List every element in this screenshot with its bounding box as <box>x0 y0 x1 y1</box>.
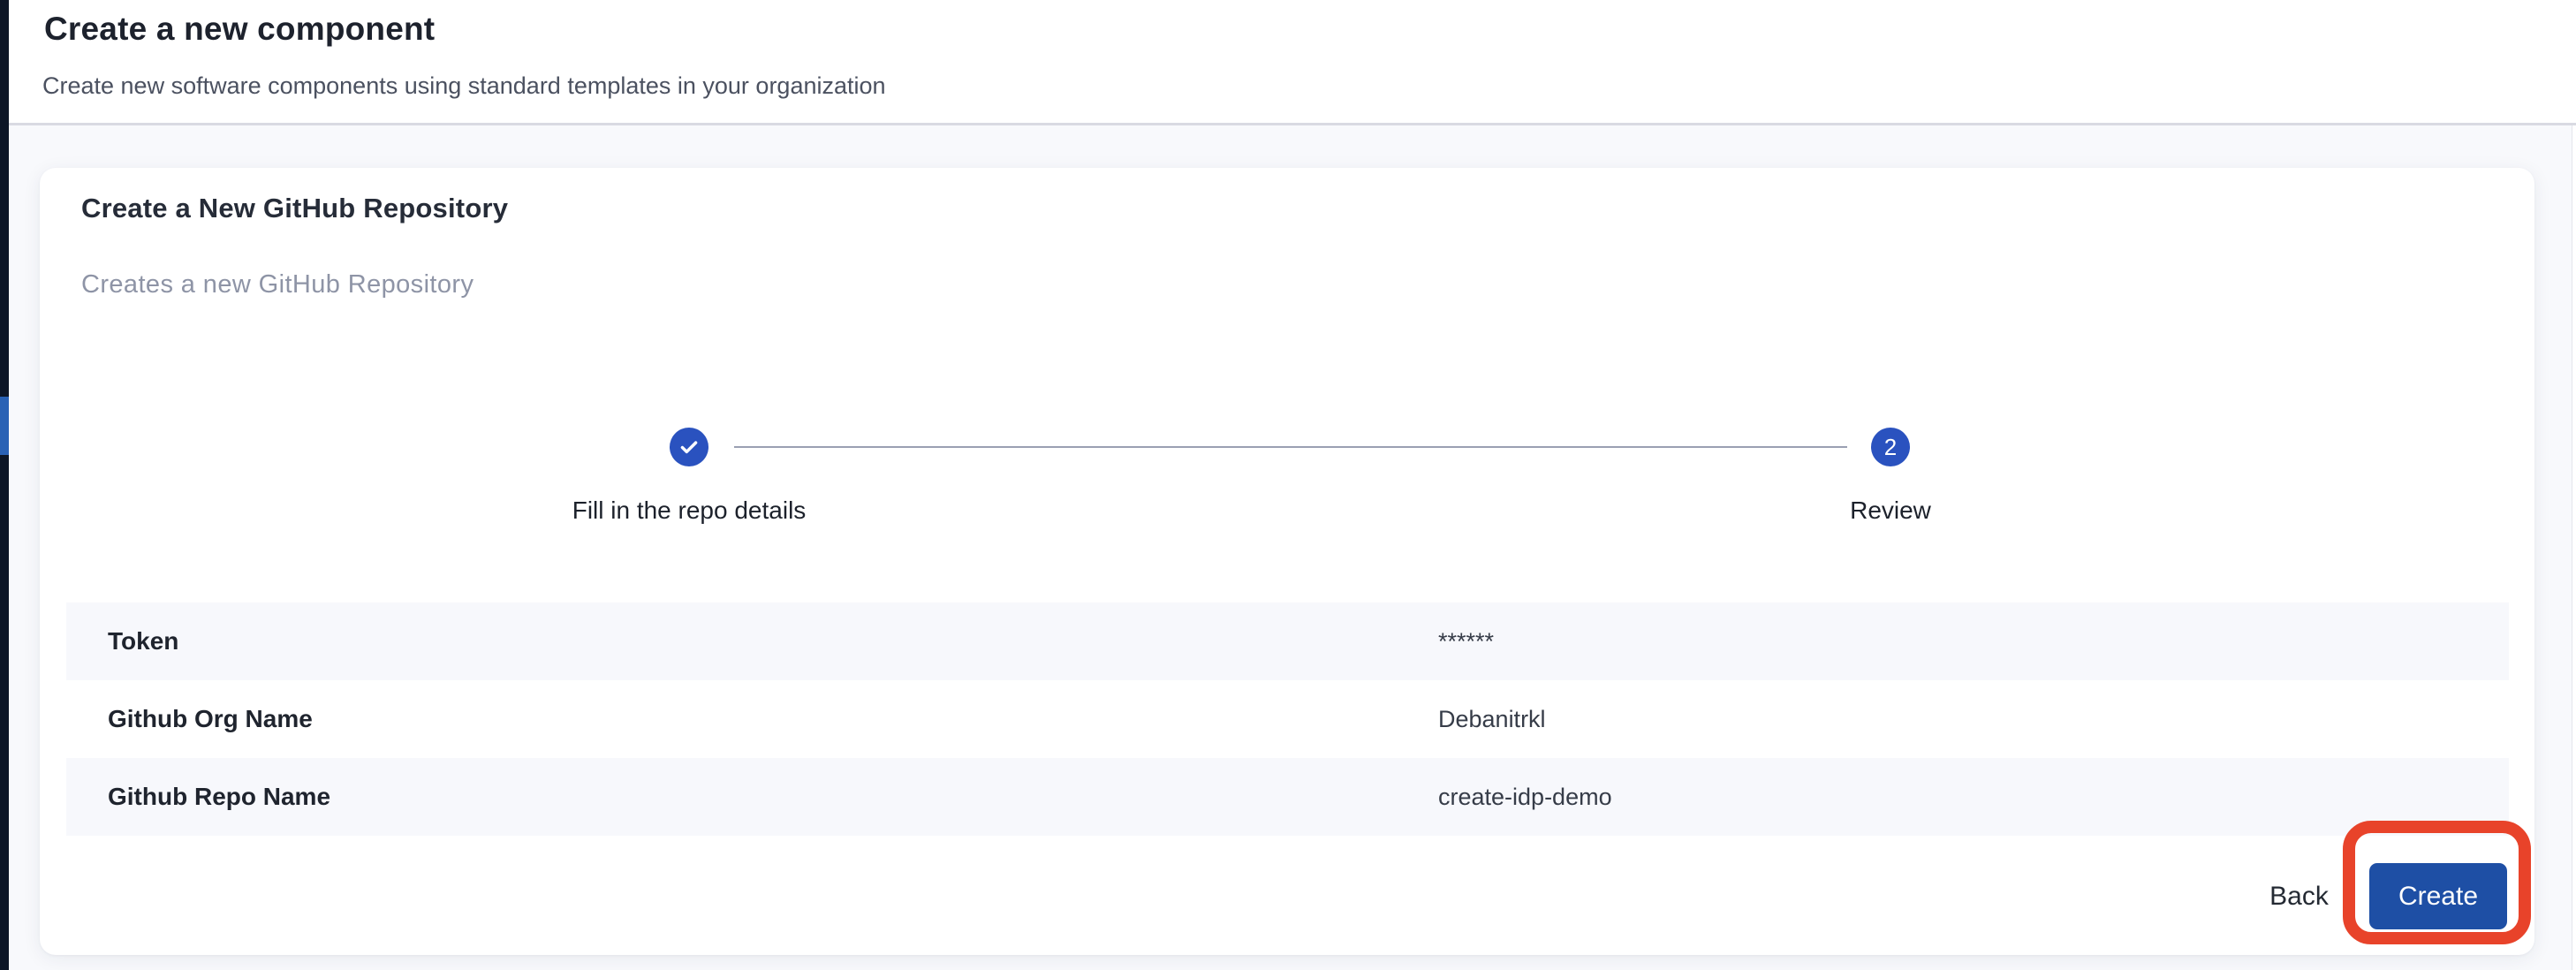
page-header: Create a new component Create new softwa… <box>0 0 2576 125</box>
template-card: Create a New GitHub Repository Creates a… <box>40 168 2534 955</box>
card-subtitle: Creates a new GitHub Repository <box>81 270 474 299</box>
sidebar-strip <box>0 0 9 970</box>
page-subtitle: Create new software components using sta… <box>42 72 886 100</box>
create-button[interactable]: Create <box>2369 863 2507 929</box>
table-row-org-name: Github Org Name Debanitrkl <box>66 680 2509 758</box>
sidebar-active-indicator[interactable] <box>0 397 9 455</box>
table-row-token: Token ****** <box>66 602 2509 680</box>
step-1-indicator[interactable] <box>670 428 708 466</box>
step-2-label: Review <box>1850 496 1931 525</box>
check-icon <box>678 436 701 458</box>
review-table: Token ****** Github Org Name Debanitrkl … <box>66 602 2509 836</box>
row-label: Github Org Name <box>108 705 313 733</box>
step-1-label: Fill in the repo details <box>572 496 807 525</box>
row-value: create-idp-demo <box>1438 784 1612 811</box>
back-button[interactable]: Back <box>2231 863 2368 929</box>
page-title: Create a new component <box>44 11 435 48</box>
scrollbar-track[interactable] <box>2572 125 2576 970</box>
step-2-indicator[interactable]: 2 <box>1871 428 1910 466</box>
table-row-repo-name: Github Repo Name create-idp-demo <box>66 758 2509 836</box>
stepper-connector <box>734 446 1847 448</box>
step-2-number: 2 <box>1884 434 1897 461</box>
row-value: ****** <box>1438 628 1494 656</box>
card-title: Create a New GitHub Repository <box>81 193 508 224</box>
row-value: Debanitrkl <box>1438 706 1546 733</box>
row-label: Github Repo Name <box>108 783 330 811</box>
row-label: Token <box>108 627 178 656</box>
